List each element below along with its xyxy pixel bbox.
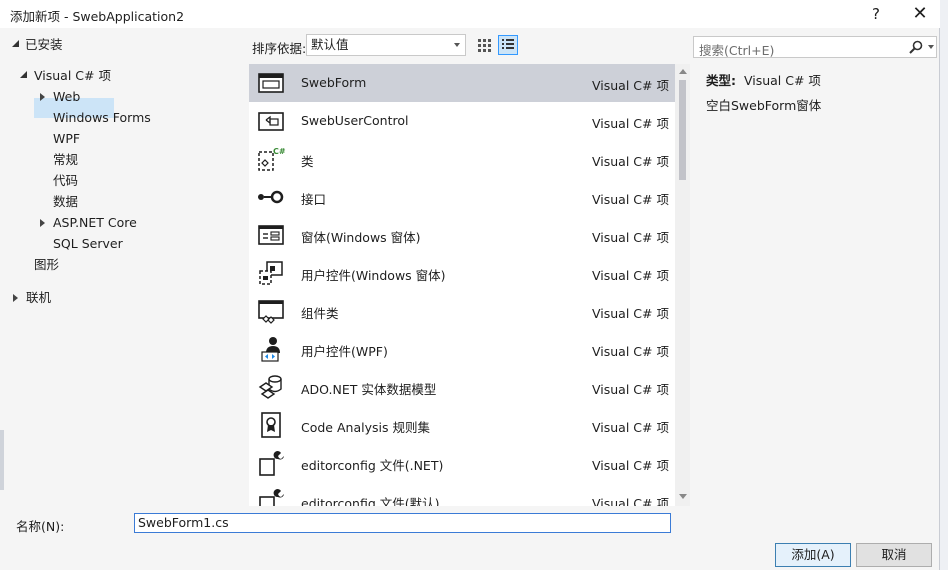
windows-user-control-icon [259, 261, 283, 285]
sort-by-label: 排序依据: [252, 41, 307, 56]
tree-item-aspnet-core[interactable]: ASP.NET Core [53, 213, 137, 233]
close-button[interactable]: ✕ [908, 3, 932, 25]
list-item-interface[interactable]: 接口 Visual C# 项 [249, 178, 675, 216]
item-language: Visual C# 项 [592, 382, 669, 397]
item-name: 窗体(Windows 窗体) [301, 230, 421, 245]
detail-type-label: 类型: [706, 73, 736, 88]
item-language: Visual C# 项 [592, 154, 669, 169]
class-icon: C# [258, 147, 286, 171]
list-item-windows-user-control[interactable]: 用户控件(Windows 窗体) Visual C# 项 [249, 254, 675, 292]
window-title: 添加新项 - SwebApplication2 [10, 9, 185, 24]
item-name: ADO.NET 实体数据模型 [301, 382, 437, 397]
user-control-icon [258, 112, 284, 131]
item-language: Visual C# 项 [592, 116, 669, 131]
list-item-editorconfig-default[interactable]: editorconfig 文件(默认) Visual C# 项 [249, 482, 675, 506]
tree-item-general[interactable]: 常规 [53, 150, 78, 170]
item-name: 用户控件(WPF) [301, 344, 388, 359]
item-language: Visual C# 项 [592, 420, 669, 435]
expand-aspnet-core-icon[interactable] [40, 219, 45, 227]
item-name: Code Analysis 规则集 [301, 420, 430, 435]
background-window-edge [940, 0, 948, 570]
scroll-down-arrow-icon[interactable] [679, 494, 687, 499]
list-item-swebusercontrol[interactable]: SwebUserControl Visual C# 项 [249, 102, 675, 140]
help-button[interactable]: ? [866, 3, 886, 25]
form-icon [258, 73, 284, 93]
search-icon[interactable] [908, 39, 924, 55]
list-view-button[interactable] [498, 35, 518, 55]
tree-item-web[interactable]: Web [53, 87, 80, 107]
add-button[interactable]: 添加(A) [775, 543, 851, 567]
entity-model-icon [258, 375, 282, 399]
item-name: SwebUserControl [301, 113, 409, 128]
list-item-ado-entity-model[interactable]: ADO.NET 实体数据模型 Visual C# 项 [249, 368, 675, 406]
item-name: 组件类 [301, 306, 339, 321]
windows-form-icon [258, 225, 284, 245]
grid-view-icon[interactable] [474, 35, 494, 55]
component-class-icon [258, 300, 284, 324]
list-item-class[interactable]: C# 类 Visual C# 项 [249, 140, 675, 178]
search-placeholder: 搜索(Ctrl+E) [699, 43, 775, 58]
tree-item-code[interactable]: 代码 [53, 171, 78, 191]
scrollbar-thumb[interactable] [679, 80, 686, 180]
expand-web-icon[interactable] [40, 93, 45, 101]
tree-item-windows-forms[interactable]: Windows Forms [53, 108, 151, 128]
list-item-windows-form[interactable]: 窗体(Windows 窗体) Visual C# 项 [249, 216, 675, 254]
list-item-wpf-user-control[interactable]: 用户控件(WPF) Visual C# 项 [249, 330, 675, 368]
search-options-chevron-icon[interactable] [928, 45, 934, 49]
item-language: Visual C# 项 [592, 192, 669, 207]
tree-item-wpf[interactable]: WPF [53, 129, 80, 149]
item-name: editorconfig 文件(.NET) [301, 458, 444, 473]
template-list: SwebForm Visual C# 项 SwebUserControl Vis… [249, 64, 690, 506]
editorconfig-icon [259, 451, 284, 476]
item-language: Visual C# 项 [592, 306, 669, 321]
sort-by-dropdown[interactable]: 默认值 [306, 34, 466, 56]
tree-item-graphics[interactable]: 图形 [34, 255, 59, 275]
name-field[interactable]: SwebForm1.cs [134, 513, 671, 533]
tree-item-data[interactable]: 数据 [53, 192, 78, 212]
cancel-button[interactable]: 取消 [856, 543, 932, 567]
background-window-edge-left [0, 430, 4, 490]
list-item-swebform[interactable]: SwebForm Visual C# 项 [249, 64, 675, 102]
detail-type: 类型: Visual C# 项 [706, 70, 821, 89]
expand-visual-cs-icon[interactable] [20, 71, 27, 78]
svg-text:C#: C# [273, 147, 286, 156]
item-name: SwebForm [301, 75, 367, 90]
search-input[interactable]: 搜索(Ctrl+E) [693, 36, 937, 58]
tree-item-installed[interactable]: 已安装 [25, 35, 63, 55]
list-item-code-analysis-ruleset[interactable]: Code Analysis 规则集 Visual C# 项 [249, 406, 675, 444]
name-label: 名称(N): [16, 519, 65, 534]
tree-item-online[interactable]: 联机 [26, 288, 51, 308]
tree-item-visual-cs[interactable]: Visual C# 项 [34, 66, 111, 86]
list-item-component-class[interactable]: 组件类 Visual C# 项 [249, 292, 675, 330]
sort-by-value: 默认值 [311, 37, 349, 52]
item-name: editorconfig 文件(默认) [301, 496, 440, 506]
detail-type-value: Visual C# 项 [743, 73, 821, 88]
item-name: 类 [301, 154, 314, 169]
expand-installed-icon[interactable] [12, 40, 19, 47]
chevron-down-icon [454, 43, 460, 47]
editorconfig-default-icon [259, 489, 284, 506]
item-language: Visual C# 项 [592, 344, 669, 359]
scroll-up-arrow-icon[interactable] [679, 69, 687, 74]
item-name: 用户控件(Windows 窗体) [301, 268, 446, 283]
item-language: Visual C# 项 [592, 496, 669, 506]
detail-description: 空白SwebForm窗体 [706, 98, 822, 113]
template-list-scrollbar[interactable] [675, 64, 690, 506]
item-language: Visual C# 项 [592, 230, 669, 245]
tree-item-sql-server[interactable]: SQL Server [53, 234, 123, 254]
list-item-editorconfig-net[interactable]: editorconfig 文件(.NET) Visual C# 项 [249, 444, 675, 482]
add-new-item-dialog: 添加新项 - SwebApplication2 ? ✕ 已安装 Visual C… [0, 0, 940, 570]
expand-online-icon[interactable] [13, 294, 18, 302]
item-language: Visual C# 项 [592, 268, 669, 283]
interface-icon [258, 190, 284, 204]
list-view-icon [502, 39, 514, 49]
title-bar: 添加新项 - SwebApplication2 ? ✕ [0, 0, 940, 28]
details-pane: 类型: Visual C# 项 空白SwebForm窗体 [698, 64, 936, 504]
item-language: Visual C# 项 [592, 78, 669, 93]
category-tree: 已安装 Visual C# 项 Web Windows Forms WPF 常规… [6, 32, 244, 502]
ruleset-icon [261, 412, 281, 438]
wpf-user-control-icon [261, 337, 280, 362]
item-language: Visual C# 项 [592, 458, 669, 473]
item-name: 接口 [301, 192, 327, 207]
